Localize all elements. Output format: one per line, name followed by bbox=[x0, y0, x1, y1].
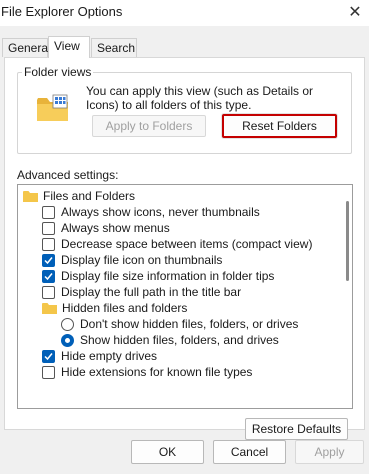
option-label: Display the full path in the title bar bbox=[61, 285, 242, 299]
reset-folders-button[interactable]: Reset Folders bbox=[222, 114, 337, 138]
option-label: Display file size information in folder … bbox=[61, 269, 275, 283]
folder-icon bbox=[42, 303, 57, 314]
checkbox[interactable] bbox=[42, 365, 55, 379]
restore-defaults-button[interactable]: Restore Defaults bbox=[245, 418, 348, 440]
tree-label: Hidden files and folders bbox=[62, 301, 188, 315]
checkbox[interactable] bbox=[42, 285, 55, 299]
option-always-show-menus[interactable]: Always show menus bbox=[42, 220, 170, 236]
window-title: File Explorer Options bbox=[1, 4, 123, 19]
option-hide-empty-drives[interactable]: Hide empty drives bbox=[42, 348, 157, 364]
option-display-file-size[interactable]: Display file size information in folder … bbox=[42, 268, 274, 284]
button-label: Cancel bbox=[230, 445, 269, 459]
option-label: Hide extensions for known file types bbox=[61, 365, 253, 379]
button-label: Apply bbox=[314, 445, 345, 459]
folder-views-label: Folder views bbox=[22, 65, 94, 79]
tab-label: Search bbox=[97, 41, 136, 55]
view-tab-panel: Folder views You can apply this view (su… bbox=[4, 57, 365, 440]
close-button[interactable]: ✕ bbox=[341, 0, 369, 24]
option-label: Always show icons, never thumbnails bbox=[61, 205, 260, 219]
scrollbar-thumb[interactable] bbox=[346, 201, 349, 281]
checkbox[interactable] bbox=[42, 205, 55, 219]
option-label: Hide empty drives bbox=[61, 349, 158, 363]
tab-general[interactable]: General bbox=[2, 38, 51, 57]
tab-label: General bbox=[8, 41, 51, 55]
radio-button-selected[interactable] bbox=[61, 333, 74, 347]
checkbox-checked[interactable] bbox=[42, 269, 55, 283]
checkbox-checked[interactable] bbox=[42, 253, 55, 267]
option-label: Display file icon on thumbnails bbox=[61, 253, 223, 267]
ok-button[interactable]: OK bbox=[131, 440, 204, 464]
option-display-full-path[interactable]: Display the full path in the title bar bbox=[42, 284, 241, 300]
checkbox[interactable] bbox=[42, 221, 55, 235]
tree-folder-hidden-files: Hidden files and folders bbox=[42, 300, 187, 316]
tree-folder-files-and-folders: Files and Folders bbox=[23, 188, 135, 204]
check-icon bbox=[44, 256, 53, 264]
button-label: OK bbox=[158, 445, 177, 459]
folder-icon bbox=[23, 191, 38, 202]
check-icon bbox=[44, 352, 53, 360]
tab-search[interactable]: Search bbox=[91, 38, 137, 57]
option-hide-extensions[interactable]: Hide extensions for known file types bbox=[42, 364, 252, 380]
dialog-body: General View Search Folder views You can… bbox=[0, 26, 369, 474]
close-icon: ✕ bbox=[348, 4, 362, 21]
button-label: Reset Folders bbox=[242, 119, 317, 133]
apply-button[interactable]: Apply bbox=[295, 440, 364, 464]
option-label: Decrease space between items (compact vi… bbox=[61, 237, 313, 251]
advanced-settings-label: Advanced settings: bbox=[17, 168, 119, 182]
option-label: Always show menus bbox=[61, 221, 170, 235]
scrollbar[interactable] bbox=[342, 185, 352, 408]
option-decrease-space[interactable]: Decrease space between items (compact vi… bbox=[42, 236, 312, 252]
folder-views-description: You can apply this view (such as Details… bbox=[86, 84, 314, 112]
check-icon bbox=[44, 272, 53, 280]
tab-view[interactable]: View bbox=[48, 36, 90, 58]
checkbox-checked[interactable] bbox=[42, 349, 55, 363]
option-dont-show-hidden[interactable]: Don't show hidden files, folders, or dri… bbox=[61, 316, 298, 332]
option-label: Show hidden files, folders, and drives bbox=[80, 333, 279, 347]
checkbox[interactable] bbox=[42, 237, 55, 251]
folder-grid-icon bbox=[37, 94, 68, 121]
dialog-footer: OK Cancel Apply bbox=[0, 438, 369, 474]
radio-button[interactable] bbox=[61, 317, 74, 331]
advanced-settings-tree[interactable]: Files and Folders Always show icons, nev… bbox=[17, 184, 353, 409]
button-label: Restore Defaults bbox=[251, 422, 342, 436]
option-show-hidden[interactable]: Show hidden files, folders, and drives bbox=[61, 332, 279, 348]
option-label: Don't show hidden files, folders, or dri… bbox=[80, 317, 299, 331]
cancel-button[interactable]: Cancel bbox=[213, 440, 286, 464]
tab-label: View bbox=[54, 39, 80, 53]
title-bar: File Explorer Options ✕ bbox=[0, 0, 369, 26]
button-label: Apply to Folders bbox=[105, 119, 193, 133]
apply-to-folders-button[interactable]: Apply to Folders bbox=[92, 115, 206, 137]
folder-views-group: Folder views You can apply this view (su… bbox=[17, 65, 352, 154]
tree-label: Files and Folders bbox=[43, 189, 136, 203]
option-display-file-icon[interactable]: Display file icon on thumbnails bbox=[42, 252, 222, 268]
option-always-show-icons[interactable]: Always show icons, never thumbnails bbox=[42, 204, 260, 220]
